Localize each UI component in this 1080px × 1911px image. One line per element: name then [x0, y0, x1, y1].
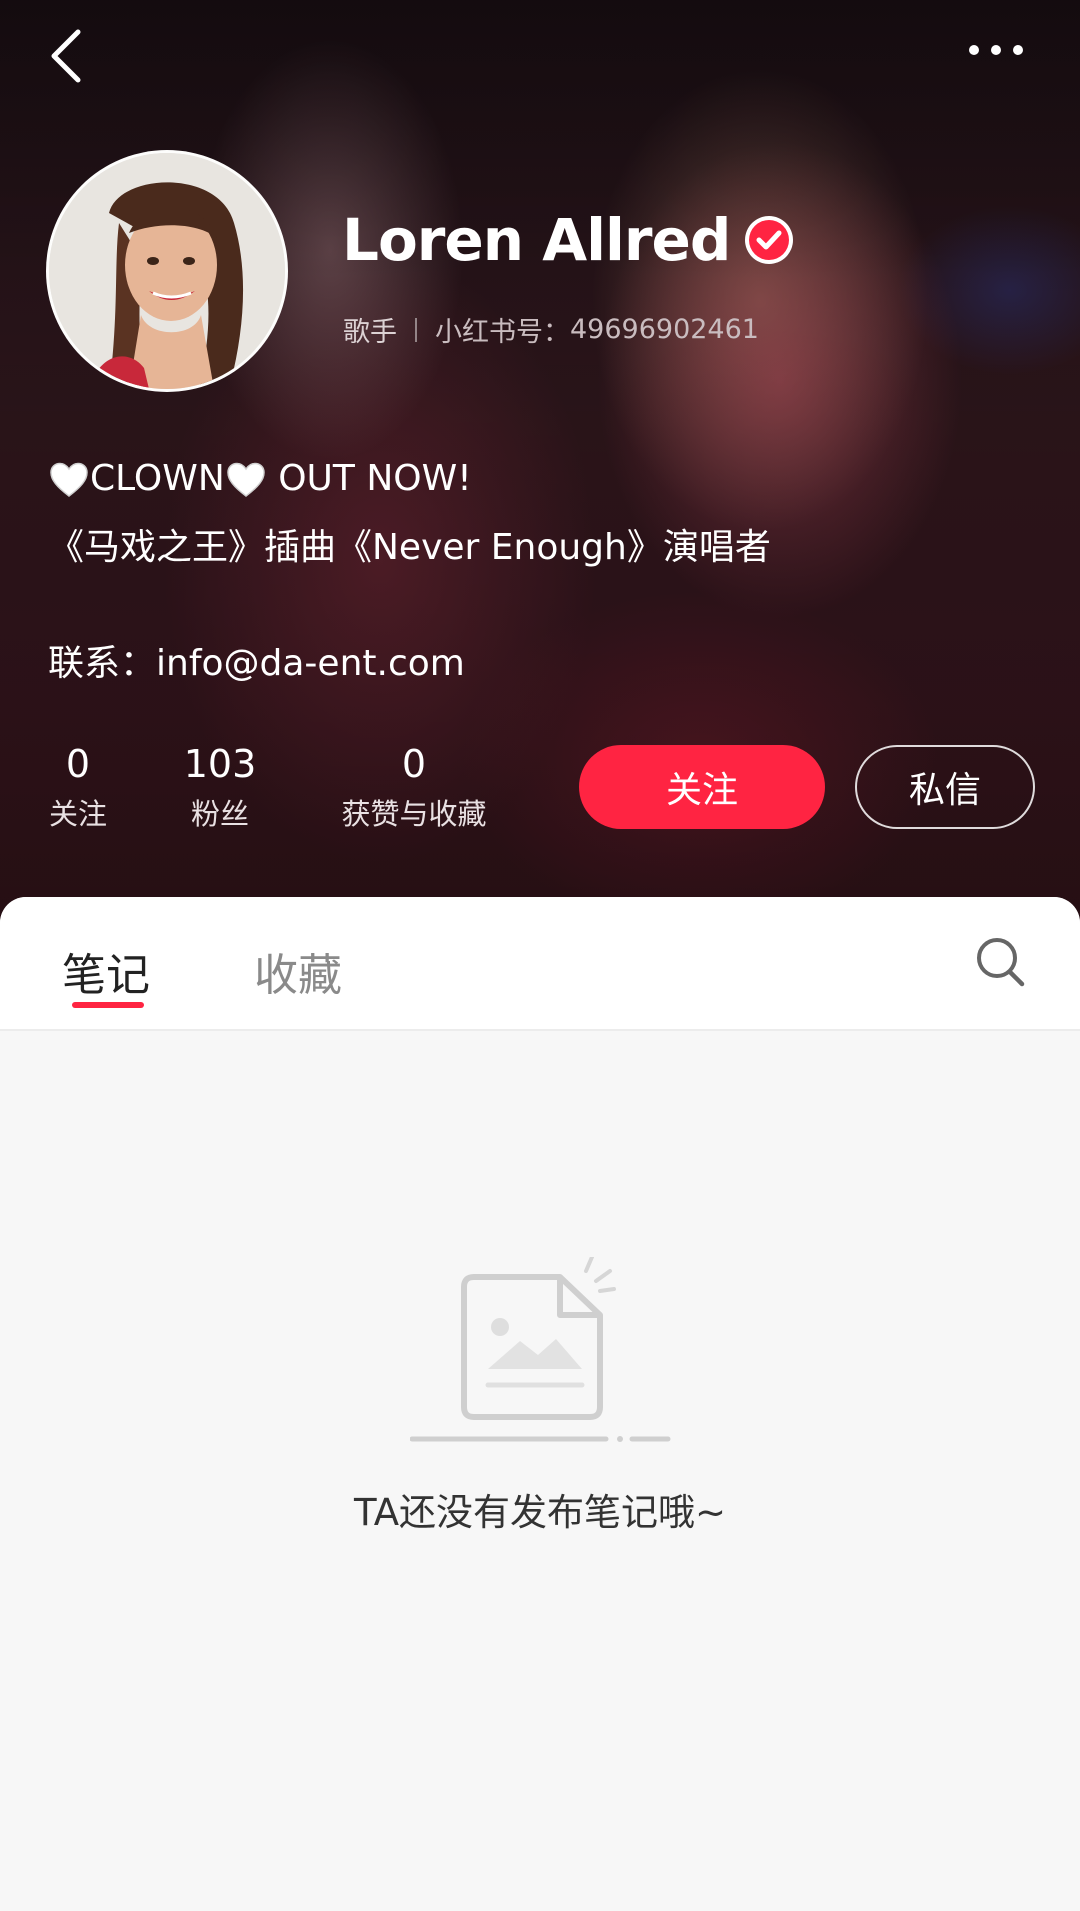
heart-icon [50, 462, 88, 497]
message-button[interactable]: 私信 [855, 745, 1035, 829]
tab-collections[interactable]: 收藏 [254, 939, 342, 1003]
profile-id-value: 49696902461 [570, 314, 759, 345]
bio-line-1: CLOWN OUT NOW! [48, 458, 1028, 499]
back-icon [51, 29, 81, 83]
stat-following[interactable]: 0 关注 [36, 742, 120, 834]
stat-followers[interactable]: 103 粉丝 [170, 742, 270, 834]
content-sheet: 笔记 收藏 TA还没有发布笔记哦~ [0, 897, 1080, 1911]
bio-contact: 联系：info@da-ent.com [48, 643, 465, 684]
more-icon [969, 45, 1023, 55]
stat-label: 关注 [48, 797, 107, 831]
avatar-image [49, 153, 285, 389]
stat-value: 0 [401, 742, 427, 786]
stat-label: 粉丝 [190, 797, 249, 831]
bio-text-1: CLOWN [90, 458, 225, 499]
search-icon [977, 938, 1025, 987]
stat-label: 获赞与收藏 [341, 797, 487, 831]
stat-likes-collects[interactable]: 0 获赞与收藏 [326, 742, 502, 834]
more-options-button[interactable] [965, 30, 1027, 70]
stat-value: 103 [183, 742, 257, 786]
bio-text-2: OUT NOW! [266, 458, 472, 499]
tab-bar: 笔记 收藏 [0, 897, 1080, 1031]
empty-note-icon [410, 1257, 671, 1442]
meta-divider [415, 317, 417, 342]
profile-id-label: 小红书号： [435, 317, 570, 348]
name-row: Loren Allred [342, 200, 794, 280]
active-tab-indicator [72, 1002, 144, 1008]
bio-line-2: 《马戏之王》插曲《Never Enough》演唱者 [48, 527, 771, 568]
profile-name: Loren Allred [342, 206, 731, 274]
stat-value: 0 [65, 742, 91, 786]
profile-role: 歌手 [343, 317, 397, 348]
search-button[interactable] [975, 935, 1027, 989]
verified-icon [745, 216, 794, 264]
follow-button[interactable]: 关注 [579, 745, 825, 829]
back-button[interactable] [44, 26, 88, 86]
profile-meta: 歌手 小红书号： 49696902461 [343, 310, 759, 349]
tab-notes[interactable]: 笔记 [62, 939, 150, 1003]
empty-state-text: TA还没有发布笔记哦~ [353, 1491, 727, 1534]
avatar[interactable] [46, 150, 288, 392]
heart-icon [227, 462, 265, 497]
profile-header: Loren Allred 歌手 小红书号： 49696902461 CLOWN … [0, 0, 1080, 940]
